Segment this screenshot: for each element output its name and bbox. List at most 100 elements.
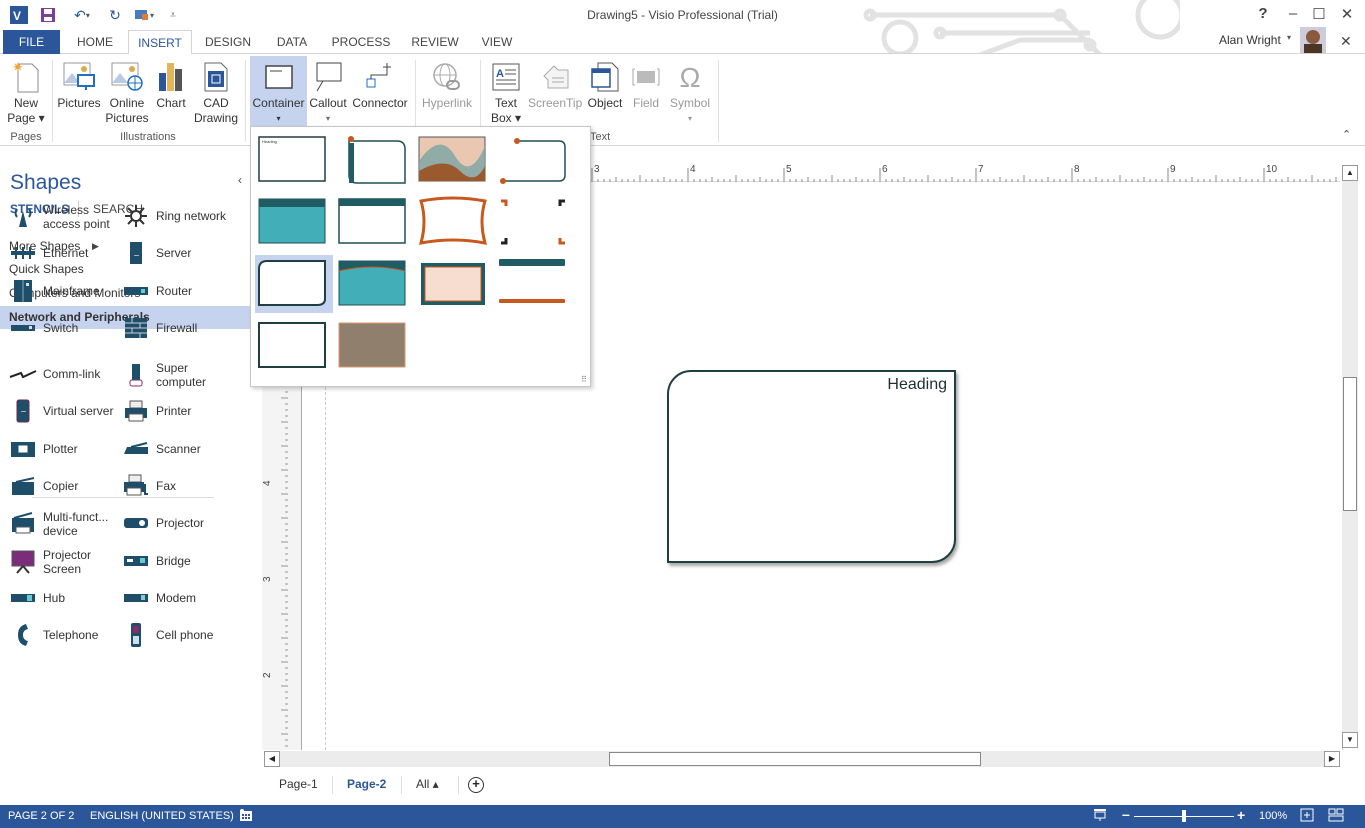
screentip-button[interactable]: ScreenTip: [528, 58, 582, 111]
shape-mainframe[interactable]: Mainframe: [9, 278, 100, 304]
shape-printer[interactable]: Printer: [122, 398, 191, 424]
shape-copier[interactable]: Copier: [9, 473, 78, 499]
symbol-button[interactable]: Ω Symbol ▾: [666, 58, 714, 126]
gallery-item[interactable]: [335, 131, 413, 189]
gallery-item[interactable]: [415, 255, 493, 313]
gallery-item[interactable]: [415, 193, 493, 251]
help-button[interactable]: ?: [1250, 5, 1276, 22]
shape-ethernet[interactable]: Ethernet: [9, 240, 88, 266]
gallery-item[interactable]: [255, 193, 333, 251]
online-pictures-button[interactable]: Online Pictures: [104, 58, 150, 126]
shape-plotter[interactable]: Plotter: [9, 436, 78, 462]
tab-process[interactable]: PROCESS: [326, 30, 396, 54]
text-box-button[interactable]: A Text Box ▾: [486, 58, 526, 126]
minimize-button[interactable]: –: [1280, 5, 1306, 22]
connector-button[interactable]: Connector: [350, 58, 410, 111]
gallery-item[interactable]: [335, 193, 413, 251]
shape-super-computer[interactable]: Super computer: [122, 361, 206, 389]
avatar[interactable]: [1300, 27, 1326, 53]
zoom-slider-thumb[interactable]: [1182, 810, 1186, 822]
horizontal-scroll-thumb[interactable]: [609, 752, 981, 766]
shape-ring-network[interactable]: Ring network: [122, 203, 226, 229]
shape-label-line: Screen: [43, 562, 82, 576]
shape-bridge[interactable]: Bridge: [122, 548, 191, 574]
scroll-left-button[interactable]: ◀: [264, 751, 280, 767]
shape-multi-function-device[interactable]: Multi-funct... device: [9, 510, 108, 538]
gallery-item[interactable]: [495, 255, 573, 313]
page-indicator[interactable]: PAGE 2 OF 2: [8, 810, 74, 822]
tab-data[interactable]: DATA: [266, 30, 318, 54]
vertical-scroll-thumb[interactable]: [1343, 377, 1357, 511]
tab-review[interactable]: REVIEW: [404, 30, 466, 54]
language-indicator[interactable]: ENGLISH (UNITED STATES): [90, 810, 234, 822]
page-tab-2[interactable]: Page-2: [347, 777, 386, 791]
tab-insert[interactable]: INSERT: [128, 30, 192, 55]
gallery-item[interactable]: [495, 131, 573, 189]
pictures-button[interactable]: Pictures: [56, 58, 102, 111]
scroll-down-button[interactable]: ▼: [1342, 732, 1358, 748]
tab-design[interactable]: DESIGN: [198, 30, 258, 54]
shape-cell-phone[interactable]: Cell phone: [122, 622, 213, 648]
gallery-item[interactable]: [335, 255, 413, 313]
shape-projector-screen[interactable]: Projector Screen: [9, 548, 91, 576]
container-shape[interactable]: Heading: [667, 370, 956, 563]
shape-wireless-access-point[interactable]: Wireless access point: [9, 203, 110, 231]
scroll-right-button[interactable]: ▶: [1324, 751, 1340, 767]
shape-router[interactable]: Router: [122, 278, 192, 304]
object-button[interactable]: Object: [585, 58, 625, 111]
shape-firewall[interactable]: Firewall: [122, 315, 197, 341]
shape-telephone[interactable]: Telephone: [9, 622, 98, 648]
horizontal-scrollbar[interactable]: ◀ ▶: [264, 751, 1340, 767]
shape-virtual-server[interactable]: Virtual server: [9, 398, 113, 424]
new-page-button[interactable]: ✷ New Page ▾: [5, 58, 47, 126]
shape-label: Modem: [156, 591, 196, 605]
gallery-item[interactable]: [415, 131, 493, 189]
chart-icon: [152, 58, 190, 96]
vertical-scrollbar[interactable]: ▲ ▼: [1342, 165, 1358, 748]
tab-home[interactable]: HOME: [66, 30, 124, 54]
shape-fax[interactable]: Fax: [122, 473, 176, 499]
collapse-ribbon-icon[interactable]: ⌃: [1342, 128, 1351, 141]
zoom-out-button[interactable]: –: [1122, 806, 1130, 822]
fit-page-icon[interactable]: [1300, 808, 1314, 825]
gallery-item[interactable]: [335, 317, 413, 375]
zoom-level[interactable]: 100%: [1259, 810, 1287, 822]
shape-comm-link[interactable]: Comm-link: [9, 361, 100, 387]
all-pages-button[interactable]: All ▴: [416, 777, 439, 791]
container-button[interactable]: Container ▾: [250, 56, 307, 128]
page-tab-1[interactable]: Page-1: [279, 777, 318, 791]
gallery-item[interactable]: Heading: [255, 131, 333, 189]
user-menu-chevron-icon[interactable]: ▾: [1287, 33, 1291, 42]
shape-modem[interactable]: Modem: [122, 585, 196, 611]
gallery-item[interactable]: [495, 193, 573, 251]
resize-grip-icon[interactable]: ⠿: [581, 375, 587, 384]
hyperlink-button[interactable]: Hyperlink: [419, 58, 475, 111]
container-heading[interactable]: Heading: [887, 376, 947, 394]
scroll-up-button[interactable]: ▲: [1342, 165, 1358, 181]
close-window-button[interactable]: ✕: [1334, 5, 1360, 23]
tab-file[interactable]: FILE: [3, 30, 60, 54]
cad-drawing-button[interactable]: CAD Drawing: [192, 58, 240, 126]
shape-switch[interactable]: Switch: [9, 315, 78, 341]
add-page-button[interactable]: +: [468, 777, 484, 793]
collapse-pane-icon[interactable]: ‹: [238, 173, 242, 187]
shape-label: Bridge: [156, 554, 191, 568]
shape-projector[interactable]: Projector: [122, 510, 204, 536]
gallery-item[interactable]: [255, 317, 333, 375]
shape-hub[interactable]: Hub: [9, 585, 65, 611]
tab-view[interactable]: VIEW: [474, 30, 520, 54]
shape-scanner[interactable]: Scanner: [122, 436, 201, 462]
user-name[interactable]: Alan Wright: [1219, 33, 1281, 47]
switch-windows-icon[interactable]: [1328, 808, 1344, 825]
maximize-button[interactable]: ☐: [1306, 5, 1332, 23]
callout-button[interactable]: Callout ▾: [308, 58, 348, 126]
presentation-mode-icon[interactable]: [1093, 808, 1107, 825]
macro-recording-icon[interactable]: [239, 808, 253, 825]
close-document-button[interactable]: ✕: [1340, 33, 1352, 50]
field-button[interactable]: Field: [628, 58, 664, 111]
gallery-item-selected[interactable]: [255, 255, 333, 313]
shape-server[interactable]: Server: [122, 240, 191, 266]
zoom-in-button[interactable]: +: [1237, 807, 1245, 823]
chart-button[interactable]: Chart: [152, 58, 190, 111]
shape-label: Virtual server: [43, 404, 113, 418]
